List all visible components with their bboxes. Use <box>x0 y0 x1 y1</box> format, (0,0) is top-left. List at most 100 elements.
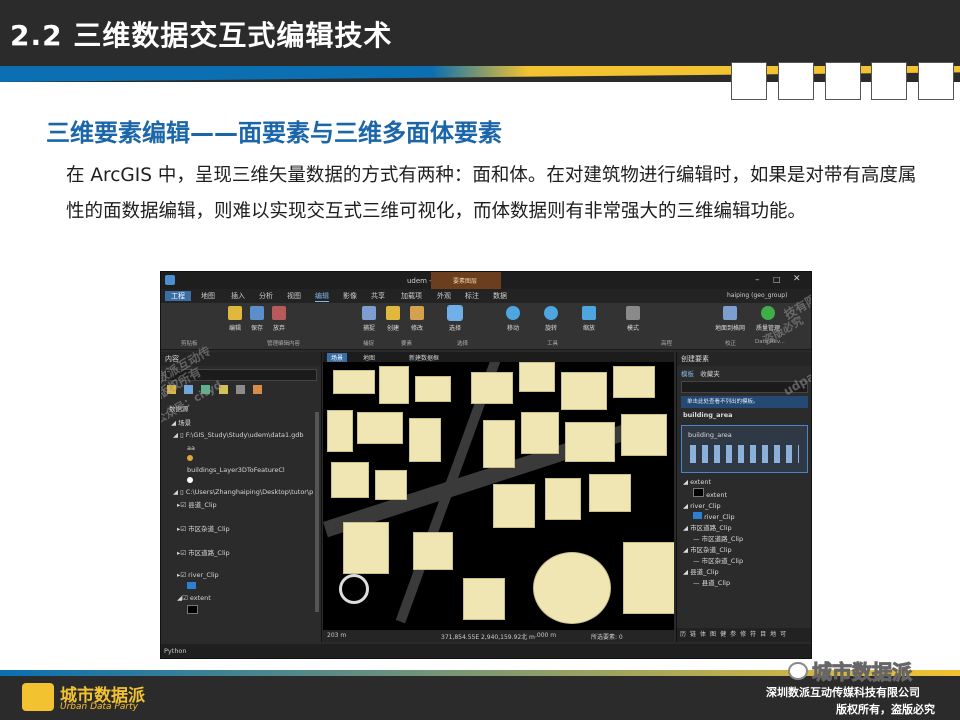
layer-river-group[interactable]: ◢ river_Clip <box>677 501 811 512</box>
tree-scene[interactable]: ◢ 场景 <box>171 417 321 427</box>
create-features-tabs: 模板 收藏夹 <box>681 368 808 378</box>
user-name[interactable]: haiping (geo_group) <box>727 292 787 299</box>
discard-button[interactable]: 放弃 <box>267 306 291 334</box>
tab-appearance[interactable]: 外观 <box>437 291 451 301</box>
navigator-icon[interactable] <box>339 574 369 604</box>
pane-bottom-tabs[interactable]: 历链体图健参修符目地可 <box>677 628 811 642</box>
tab-view[interactable]: 视图 <box>287 291 301 301</box>
ground-to-grid-button[interactable]: 地面到格网 <box>713 306 747 334</box>
copyright-notice: 版权所有，盗版必究 <box>836 703 935 716</box>
snap-button[interactable]: 捕捉 <box>357 306 381 334</box>
list-by-labeling-icon[interactable] <box>253 385 263 394</box>
python-tab[interactable]: Python <box>161 644 811 658</box>
check-icon <box>761 306 775 320</box>
tab-labeling[interactable]: 标注 <box>465 291 479 301</box>
create-icon <box>386 306 400 320</box>
construction-tools-icons[interactable] <box>690 445 799 463</box>
layer-extent-item[interactable]: extent <box>677 488 811 501</box>
elevation-readout: .000 m <box>535 632 557 639</box>
extent-symbol <box>187 605 321 616</box>
close-icon[interactable]: ✕ <box>793 274 801 284</box>
view-tab-scene[interactable]: 场景 <box>327 353 348 362</box>
save-button[interactable]: 保存 <box>245 306 269 334</box>
modify-icon <box>410 306 424 320</box>
tab-insert[interactable]: 插入 <box>231 291 245 301</box>
title-bar: udem - 场景 - ArcGIS Pro 要素图层 – □ ✕ <box>161 272 811 289</box>
selected-count: 所选要素: 0 <box>591 634 623 641</box>
layer-county-road-group[interactable]: ◢ 县道_Clip <box>677 567 811 578</box>
tree-gdb[interactable]: ◢ ▯ F:\GIS_Study\Study\udem\data1.gdb <box>173 431 321 439</box>
mode-button[interactable]: 模式 <box>621 306 645 334</box>
minimize-icon[interactable]: – <box>755 275 760 285</box>
group-tools: 工具 <box>547 341 559 347</box>
group-snapping: 捕捉 <box>363 341 375 347</box>
nav-square-1[interactable] <box>731 62 767 100</box>
move-icon <box>506 306 520 320</box>
tree-layer-urban-road[interactable]: ▸☑ 市区道路_Clip <box>177 547 321 557</box>
tree-layer-river[interactable]: ▸☑ river_Clip <box>177 571 321 579</box>
status-bar: 203 m 371,854.55E 2,940,159.92北 m .000 m… <box>323 630 674 642</box>
tab-imagery[interactable]: 影像 <box>343 291 357 301</box>
ribbon-tabs: 工程 地图 插入 分析 视图 编辑 影像 共享 加载项 外观 标注 数据 hai… <box>161 289 811 303</box>
templates-tab[interactable]: 模板 <box>681 370 694 378</box>
move-button[interactable]: 移动 <box>501 306 525 334</box>
tab-data[interactable]: 数据 <box>493 291 507 301</box>
scale-button[interactable]: 缩放 <box>577 306 601 334</box>
arcgis-screenshot: udem - 场景 - ArcGIS Pro 要素图层 – □ ✕ 工程 地图 … <box>160 271 812 659</box>
buildings-symbol <box>187 477 193 483</box>
snap-icon <box>362 306 376 320</box>
nav-square-3[interactable] <box>825 62 861 100</box>
scale-readout[interactable]: 203 m <box>327 632 346 639</box>
tab-addin[interactable]: 加载项 <box>401 291 422 301</box>
select-button[interactable]: 选择 <box>443 305 467 334</box>
view-tab-map[interactable]: 地图 <box>363 353 375 362</box>
tab-edit[interactable]: 编辑 <box>315 291 329 302</box>
wechat-account-name: 城市数据派 <box>812 660 913 685</box>
nav-square-2[interactable] <box>778 62 814 100</box>
favorites-tab[interactable]: 收藏夹 <box>700 370 720 378</box>
grid-icon <box>723 306 737 320</box>
group-features: 要素 <box>401 341 413 347</box>
layer-urban-misc-group[interactable]: ◢ 市区杂道_Clip <box>677 545 811 556</box>
tree-layer-aa[interactable]: aa <box>187 444 321 452</box>
pencil-icon <box>228 306 242 320</box>
scene-view[interactable] <box>323 352 674 630</box>
create-button[interactable]: 创建 <box>381 306 405 334</box>
brand-name-en: Urban Data Party <box>60 702 138 712</box>
arcgis-logo-icon <box>165 275 175 285</box>
tree-layer-urban-misc[interactable]: ▸☑ 市区杂道_Clip <box>177 523 321 533</box>
template-building-area[interactable]: building_area <box>681 425 808 473</box>
tab-analysis[interactable]: 分析 <box>259 291 273 301</box>
tree-layer-extent[interactable]: ◢☑ extent <box>177 594 321 602</box>
tab-project[interactable]: 工程 <box>165 291 191 301</box>
tree-folder[interactable]: ◢ ▯ C:\Users\Zhanghaiping\Desktop\tutor\… <box>173 488 321 496</box>
body-paragraph: 在 ArcGIS 中，呈现三维矢量数据的方式有两种：面和体。在对建筑物进行编辑时… <box>66 165 917 222</box>
rotate-icon <box>544 306 558 320</box>
modify-button[interactable]: 修改 <box>405 306 429 334</box>
template-group[interactable]: building_area <box>677 410 811 421</box>
section-subtitle: 三维要素编辑——面要素与三维多面体要素 <box>46 119 502 147</box>
layer-river-item[interactable]: river_Clip <box>677 512 811 523</box>
maximize-icon[interactable]: □ <box>773 275 781 284</box>
list-by-snapping-icon[interactable] <box>235 385 245 394</box>
view-tab-new-frame[interactable]: 新建数据框 <box>409 353 439 362</box>
mode-icon <box>626 306 640 320</box>
layer-extent-group[interactable]: ◢ extent <box>677 477 811 488</box>
tab-share[interactable]: 共享 <box>371 291 385 301</box>
tree-layer-buildings[interactable]: buildings_Layer3DToFeatureCl <box>187 466 321 474</box>
tab-map[interactable]: 地图 <box>201 291 215 301</box>
nav-square-5[interactable] <box>918 62 954 100</box>
tree-layer-county-road[interactable]: ▸☑ 县道_Clip <box>177 499 321 509</box>
layer-urban-road-item[interactable]: — 市区道路_Clip <box>677 534 811 545</box>
context-tab-label: 要素图层 <box>453 278 478 285</box>
group-clipboard: 剪贴板 <box>181 341 198 347</box>
layer-county-road-item[interactable]: — 县道_Clip <box>677 578 811 589</box>
rotate-button[interactable]: 旋转 <box>539 306 563 334</box>
edit-button[interactable]: 编辑 <box>223 306 247 334</box>
nav-square-4[interactable] <box>871 62 907 100</box>
contents-scrollbar[interactable] <box>315 412 319 612</box>
brand-logo-icon <box>22 683 54 711</box>
layer-urban-road-group[interactable]: ◢ 市区道路_Clip <box>677 523 811 534</box>
copyright-company: 深圳数派互动传媒科技有限公司 <box>766 686 920 699</box>
layer-urban-misc-item[interactable]: — 市区杂道_Clip <box>677 556 811 567</box>
